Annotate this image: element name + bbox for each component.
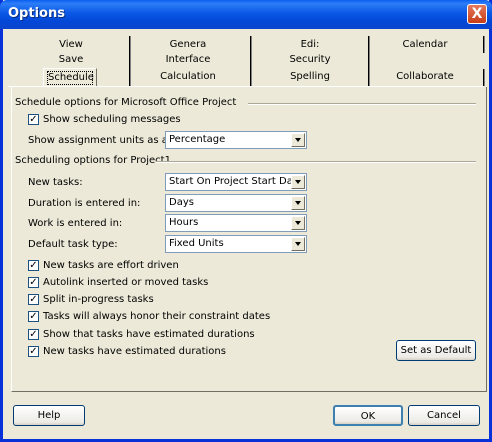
- show-estimated-label: Show that tasks have estimated durations: [43, 329, 255, 340]
- split-tasks-checkbox[interactable]: ✓: [28, 294, 39, 305]
- cancel-button[interactable]: Cancel: [408, 405, 480, 426]
- tab-save[interactable]: Save: [41, 51, 101, 69]
- title-bar: Options X: [0, 0, 492, 29]
- show-messages-checkbox[interactable]: ✓: [28, 114, 39, 125]
- assignment-units-label: Show assignment units as a:: [28, 135, 172, 146]
- assignment-units-value: Percentage: [169, 134, 226, 145]
- tab-calendar[interactable]: Calendar: [375, 36, 475, 54]
- tab-divider: [368, 69, 369, 86]
- new-estimated-label: New tasks have estimated durations: [43, 346, 226, 357]
- autolink-label: Autolink inserted or moved tasks: [43, 277, 209, 288]
- work-select[interactable]: Hours: [165, 214, 307, 232]
- tab-divider: [368, 52, 369, 69]
- honor-constraints-checkbox[interactable]: ✓: [28, 311, 39, 322]
- work-label: Work is entered in:: [28, 218, 123, 229]
- tab-security[interactable]: Security: [265, 51, 355, 69]
- section-schedule-options-title: Schedule options for Microsoft Office Pr…: [15, 97, 237, 108]
- chevron-down-icon[interactable]: [291, 216, 305, 230]
- assignment-units-select[interactable]: Percentage: [165, 131, 307, 149]
- autolink-checkbox[interactable]: ✓: [28, 277, 39, 288]
- tab-divider: [250, 36, 251, 53]
- new-tasks-select[interactable]: Start On Project Start Date: [165, 173, 307, 191]
- dialog-title: Options: [8, 6, 65, 21]
- chevron-down-icon[interactable]: [291, 237, 305, 251]
- tab-collaborate[interactable]: Collaborate: [375, 68, 475, 86]
- new-tasks-label: New tasks:: [28, 177, 83, 188]
- section-divider: [248, 103, 476, 105]
- close-button[interactable]: X: [467, 4, 487, 24]
- tab-calculation[interactable]: Calculation: [143, 68, 233, 86]
- close-icon: X: [471, 6, 483, 22]
- chevron-down-icon[interactable]: [291, 196, 305, 210]
- tab-divider: [129, 52, 130, 69]
- task-type-label: Default task type:: [28, 239, 118, 250]
- tab-divider: [483, 36, 484, 53]
- split-tasks-label: Split in-progress tasks: [43, 294, 154, 305]
- new-tasks-value: Start On Project Start Date: [169, 176, 303, 187]
- tab-divider: [250, 52, 251, 69]
- effort-driven-checkbox[interactable]: ✓: [28, 260, 39, 271]
- section-divider: [156, 161, 476, 163]
- task-type-value: Fixed Units: [169, 238, 224, 249]
- tab-spelling[interactable]: Spelling: [265, 68, 355, 86]
- work-value: Hours: [169, 217, 199, 228]
- duration-value: Days: [169, 197, 194, 208]
- duration-label: Duration is entered in:: [28, 198, 141, 209]
- tab-schedule[interactable]: Schedule: [43, 68, 97, 86]
- tab-divider: [129, 69, 130, 86]
- options-dialog: Options X View Genera Edi: Calendar Save…: [0, 0, 492, 442]
- effort-driven-label: New tasks are effort driven: [43, 260, 179, 271]
- tab-divider: [483, 69, 484, 86]
- tab-interface[interactable]: Interface: [143, 51, 233, 69]
- help-button[interactable]: Help: [13, 405, 85, 426]
- set-as-default-button[interactable]: Set as Default: [396, 340, 476, 361]
- show-messages-label: Show scheduling messages: [43, 114, 181, 125]
- honor-constraints-label: Tasks will always honor their constraint…: [43, 311, 271, 322]
- section-project-options-title: Scheduling options for Project1: [15, 155, 171, 166]
- tab-schedule-label: Schedule: [47, 71, 94, 85]
- show-estimated-checkbox[interactable]: ✓: [28, 329, 39, 340]
- duration-select[interactable]: Days: [165, 194, 307, 212]
- tab-divider: [129, 36, 130, 53]
- task-type-select[interactable]: Fixed Units: [165, 235, 307, 253]
- new-estimated-checkbox[interactable]: ✓: [28, 346, 39, 357]
- tab-divider: [368, 36, 369, 53]
- tab-divider: [250, 69, 251, 86]
- chevron-down-icon[interactable]: [291, 133, 305, 147]
- chevron-down-icon[interactable]: [291, 175, 305, 189]
- ok-button[interactable]: OK: [333, 405, 403, 426]
